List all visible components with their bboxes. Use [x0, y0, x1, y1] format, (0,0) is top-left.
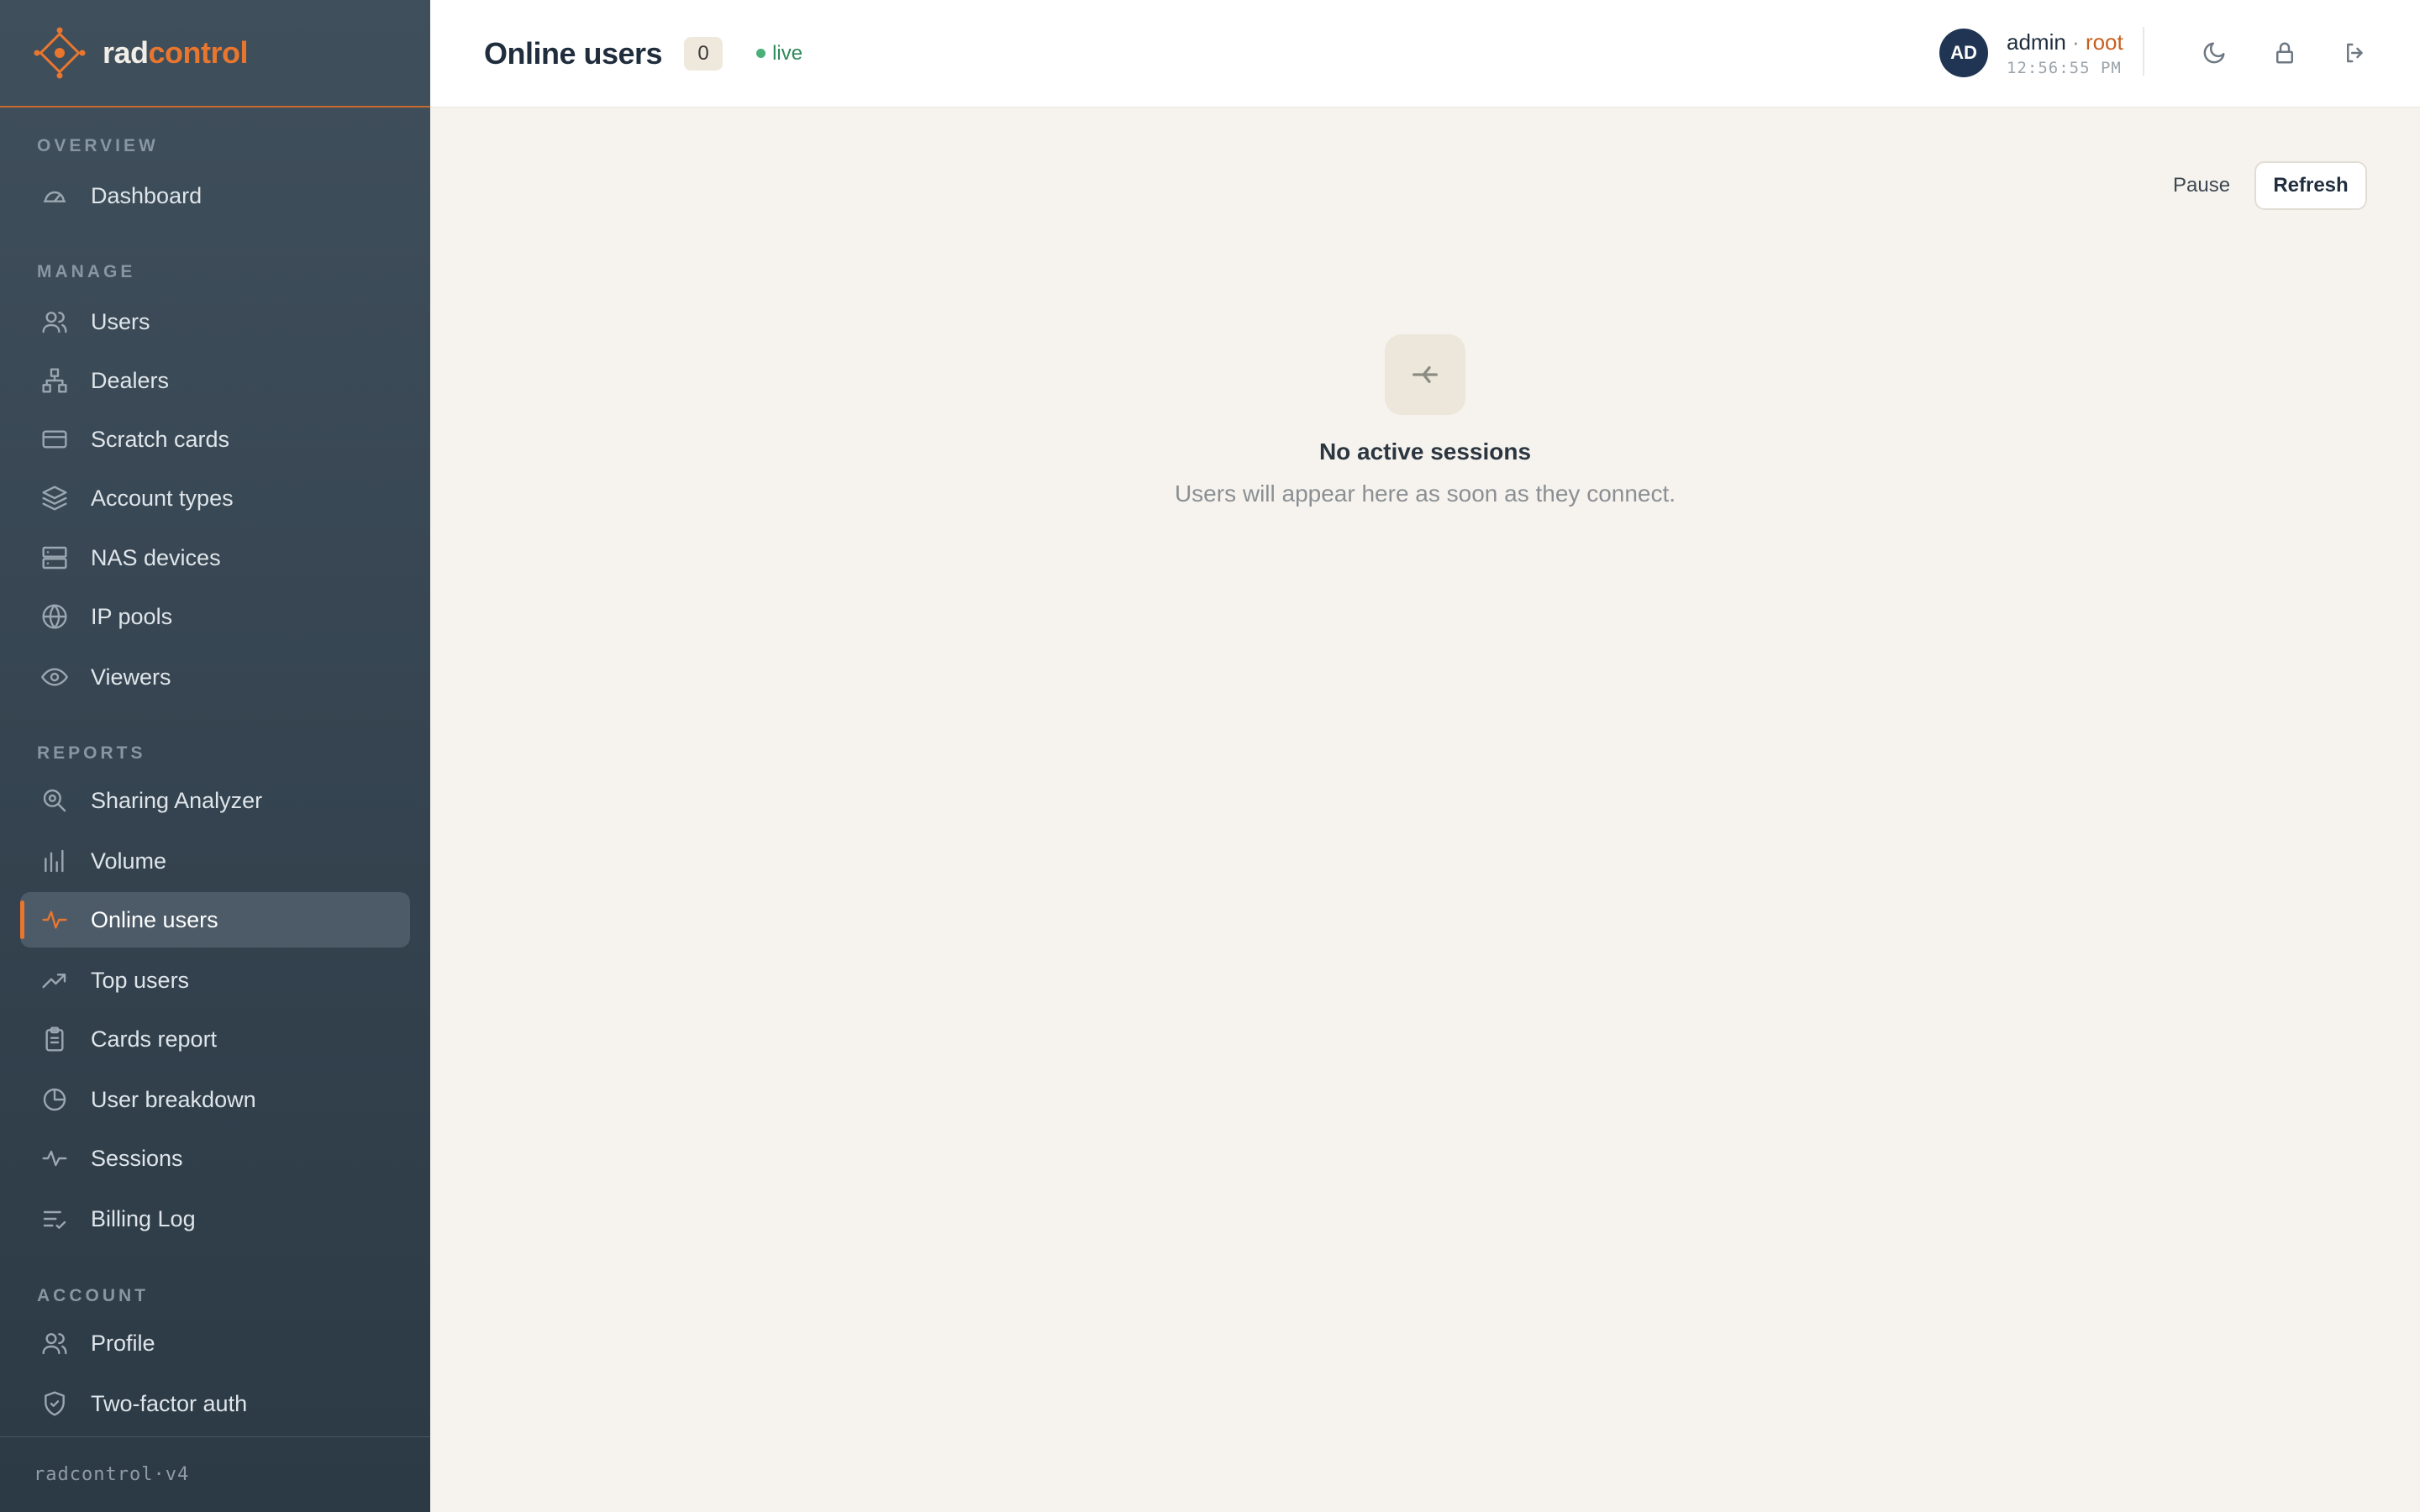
sidebar-item-label: Dealers [91, 367, 170, 393]
gauge-icon [40, 181, 69, 210]
sidebar-item-nas-devices[interactable]: NAS devices [20, 530, 410, 585]
moon-icon [2203, 42, 2225, 64]
sidebar-item-dashboard[interactable]: Dashboard [20, 168, 410, 223]
sidebar-item-label: Top users [91, 967, 190, 993]
page-title: Online users [484, 35, 663, 71]
sidebar-item-top-users[interactable]: Top users [20, 953, 410, 1008]
clipboard-icon [40, 1025, 69, 1053]
list-check-icon [40, 1205, 69, 1233]
bar-chart-icon [40, 847, 69, 875]
sidebar-item-account-types[interactable]: Account types [20, 470, 410, 526]
sidebar-item-two-factor-auth[interactable]: Two-factor auth [20, 1376, 410, 1431]
sidebar-item-volume[interactable]: Volume [20, 833, 410, 889]
live-dot-icon [756, 49, 766, 58]
empty-state-title: No active sessions [1318, 438, 1532, 465]
section-label-manage: MANAGE [37, 262, 136, 281]
theme-toggle-button[interactable] [2195, 34, 2233, 72]
sidebar-item-label: Profile [91, 1330, 155, 1356]
sidebar-item-label: NAS devices [91, 544, 221, 570]
brand-name: radcontrol [103, 35, 249, 70]
sidebar-item-label: Users [91, 308, 150, 334]
pie-chart-icon [40, 1085, 69, 1114]
sidebar-item-sharing-analyzer[interactable]: Sharing Analyzer [20, 773, 410, 828]
sidebar-item-user-breakdown[interactable]: User breakdown [20, 1072, 410, 1127]
lock-button[interactable] [2265, 34, 2304, 72]
main-content: Pause Refresh No active sessions Users w… [430, 108, 2420, 1512]
pulse-icon [40, 1144, 69, 1173]
sidebar-item-billing-log[interactable]: Billing Log [20, 1191, 410, 1247]
avatar: AD [1939, 29, 1988, 77]
user-role: root [2085, 29, 2123, 55]
empty-state: No active sessions Users will appear her… [430, 334, 2420, 507]
sidebar-item-label: Scratch cards [91, 426, 230, 452]
user-separator: · [2065, 29, 2086, 55]
section-label-overview: OVERVIEW [37, 136, 159, 155]
sidebar-item-label: Online users [91, 906, 218, 932]
server-icon [40, 543, 69, 572]
sidebar-footer-version: radcontrol·v4 [0, 1436, 430, 1512]
sidebar-item-label: Cards report [91, 1026, 218, 1052]
users-icon [40, 1329, 69, 1357]
shield-check-icon [40, 1389, 69, 1418]
sidebar-item-label: User breakdown [91, 1086, 256, 1112]
user-menu[interactable]: AD admin · root 12:56:55 PM [1939, 29, 2123, 77]
user-info: admin · root 12:56:55 PM [2007, 29, 2123, 77]
pause-button[interactable]: Pause [2158, 161, 2245, 210]
live-label: live [772, 41, 803, 65]
merge-arrow-icon [1413, 366, 1438, 383]
search-zoom-icon [40, 786, 69, 815]
brand-logo-icon [34, 27, 86, 79]
sidebar-item-sessions[interactable]: Sessions [20, 1131, 410, 1186]
card-icon [40, 425, 69, 454]
empty-state-subtitle: Users will appear here as soon as they c… [1174, 480, 1676, 507]
sidebar-item-label: Dashboard [91, 182, 203, 208]
sidebar-item-viewers[interactable]: Viewers [20, 649, 410, 705]
eye-icon [40, 663, 69, 691]
users-icon [40, 307, 69, 336]
activity-icon [40, 906, 69, 934]
empty-state-icon [1385, 334, 1465, 415]
live-indicator: live [756, 42, 802, 66]
sidebar: radcontrol OVERVIEW Dashboard MANAGE Use… [0, 0, 430, 1512]
sidebar-item-label: Viewers [91, 664, 171, 690]
sidebar-item-label: Volume [91, 848, 167, 874]
brand[interactable]: radcontrol [0, 0, 430, 108]
sidebar-item-label: IP pools [91, 603, 173, 629]
sidebar-item-ip-pools[interactable]: IP pools [20, 589, 410, 644]
sidebar-item-profile[interactable]: Profile [20, 1315, 410, 1371]
sidebar-item-users[interactable]: Users [20, 294, 410, 349]
section-label-account: ACCOUNT [37, 1286, 149, 1305]
logout-button[interactable] [2336, 34, 2375, 72]
sidebar-item-label: Account types [91, 485, 234, 511]
top-header: Online users 0 live AD admin · root 12:5… [430, 0, 2420, 108]
user-identity: admin · root [2007, 29, 2123, 55]
header-divider [2143, 27, 2144, 76]
sidebar-item-label: Sharing Analyzer [91, 787, 263, 813]
trending-up-icon [40, 966, 69, 995]
online-count-badge: 0 [684, 36, 723, 71]
layers-icon [40, 484, 69, 512]
sidebar-item-dealers[interactable]: Dealers [20, 353, 410, 408]
sidebar-item-label: Billing Log [91, 1205, 196, 1231]
username: admin [2007, 29, 2066, 55]
refresh-button[interactable]: Refresh [2254, 161, 2367, 210]
network-icon [40, 366, 69, 395]
lock-icon [2276, 42, 2293, 64]
clock-time: 12:56:55 PM [2007, 58, 2122, 77]
logout-icon [2347, 43, 2363, 63]
sidebar-item-label: Two-factor auth [91, 1390, 248, 1416]
sidebar-item-label: Sessions [91, 1145, 183, 1171]
sidebar-item-online-users[interactable]: Online users [20, 892, 410, 948]
globe-icon [40, 602, 69, 631]
section-label-reports: REPORTS [37, 743, 146, 763]
sidebar-item-scratch-cards[interactable]: Scratch cards [20, 412, 410, 467]
sidebar-item-cards-report[interactable]: Cards report [20, 1011, 410, 1067]
